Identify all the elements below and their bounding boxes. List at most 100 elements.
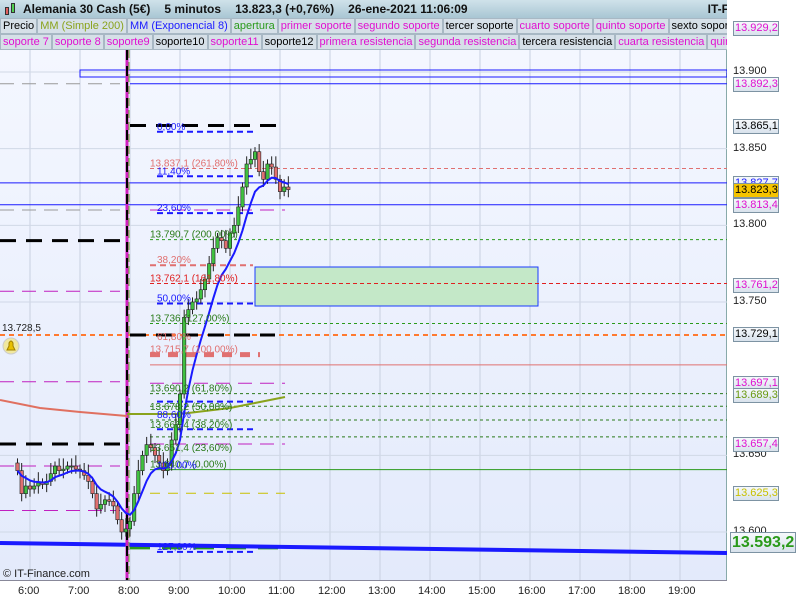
watermark: © IT-Finance.com — [3, 568, 90, 580]
title-bar: Alemania 30 Cash (5€) 5 minutos 13.823,3… — [0, 0, 800, 18]
price-level-label: 13.593,2 — [730, 532, 796, 554]
legend-item[interactable]: soporte 7 — [0, 34, 52, 50]
legend-item[interactable]: soporte10 — [152, 34, 208, 50]
legend-item[interactable]: primera resistencia — [316, 34, 416, 50]
price-level-label: 13.761,2 — [733, 277, 779, 293]
candle — [15, 462, 20, 471]
legend-item[interactable]: cuarta resistencia — [615, 34, 708, 50]
chart-plot-area[interactable]: 0,00% 13.837,1 (261,80%) 11,40% 23,60% 13.79… — [0, 50, 728, 580]
candle — [23, 485, 28, 494]
price-tick: 13.800 — [733, 218, 767, 231]
candle — [144, 444, 149, 456]
legend-item[interactable]: soporte9 — [103, 34, 153, 50]
price-tick: 13.900 — [733, 65, 767, 77]
candle — [257, 151, 262, 172]
candle — [90, 481, 95, 494]
legend-item[interactable]: soporte 8 — [51, 34, 104, 50]
candle — [140, 455, 145, 471]
candle — [182, 317, 187, 395]
time-tick: 6:00 — [18, 585, 40, 597]
price-level-label: 13.865,1 — [733, 118, 779, 134]
legend-item[interactable]: quinto soporte — [592, 18, 669, 34]
candle — [119, 519, 124, 533]
legend-item[interactable]: segunda resistencia — [415, 34, 520, 50]
price-level-label: 13.729,1 — [733, 327, 779, 343]
time-tick: 17:00 — [568, 585, 596, 597]
instrument-name: Alemania 30 Cash (5€) — [23, 2, 151, 16]
candle — [190, 301, 195, 310]
candle — [65, 465, 70, 470]
legend-item[interactable]: primer soporte — [277, 18, 355, 34]
candle — [128, 520, 133, 530]
candle — [282, 186, 287, 192]
candle — [98, 504, 103, 510]
bell-icon — [2, 337, 20, 355]
time-tick: 19:00 — [668, 585, 696, 597]
fib-label: 13.762,1 (161,80%) — [150, 273, 238, 284]
candlestick-logo-icon — [3, 1, 19, 17]
time-tick: 7:00 — [68, 585, 90, 597]
candle — [248, 159, 253, 165]
legend-item[interactable]: soporte12 — [261, 34, 317, 50]
candle — [123, 528, 128, 533]
time-tick: 18:00 — [618, 585, 646, 597]
candle — [94, 493, 99, 510]
candle — [240, 186, 245, 208]
candle — [198, 289, 203, 300]
timeframe[interactable]: 5 minutos — [164, 2, 221, 16]
price-level-label: 13.689,3 — [733, 388, 779, 404]
candle — [36, 482, 41, 487]
zone-rectangle — [254, 266, 539, 307]
fib-label: 50,00% — [157, 294, 191, 305]
legend-item[interactable]: segundo soporte — [354, 18, 443, 34]
time-tick: 8:00 — [118, 585, 140, 597]
price-level-label: 13.813,4 — [733, 197, 779, 213]
fib-label: 0,00% — [157, 122, 185, 133]
fib-label: 13.651,4 (23,60%) — [150, 443, 232, 454]
candle — [103, 499, 108, 505]
legend-item[interactable]: cuarto soporte — [516, 18, 593, 34]
last-price: 13.823,3 (+0,76%) — [235, 2, 335, 16]
time-tick: 14:00 — [418, 585, 446, 597]
fib-label: 100,00% — [157, 461, 197, 472]
candle — [111, 501, 116, 507]
price-tick: 13.750 — [733, 294, 767, 307]
sma200-line — [0, 399, 128, 417]
time-axis[interactable]: 6:00 7:00 8:00 9:00 10:00 11:00 12:00 13:00 14:0… — [0, 580, 727, 600]
time-tick: 13:00 — [368, 585, 396, 597]
time-tick: 9:00 — [168, 585, 190, 597]
candle — [265, 163, 270, 180]
candle — [236, 206, 241, 226]
legend-item[interactable]: apertura — [230, 18, 278, 34]
fib-label: 13.790,7 (200,00%) — [150, 230, 238, 241]
chart-svg: 0,00%13.837,1 (261,80%)11,40%23,60%13.79… — [0, 50, 728, 580]
fib-label: 13.715,7 (100,00%) — [150, 345, 238, 356]
fib-label: 23,60% — [157, 203, 191, 214]
candle — [136, 470, 141, 494]
candle — [244, 163, 249, 188]
candle — [253, 151, 258, 160]
price-level-label: 13.929,2 — [733, 21, 779, 36]
legend-item[interactable]: Precio — [0, 18, 38, 34]
price-axis[interactable]: 13.900 13.850 13.800 13.750 13.650 13.600 13.9… — [727, 0, 800, 600]
legend-item[interactable]: MM (Exponencial 8) — [126, 18, 231, 34]
price-tick: 13.850 — [733, 141, 767, 154]
candle — [115, 505, 120, 521]
legend-item[interactable]: soporte11 — [207, 34, 262, 50]
candle — [261, 171, 266, 180]
candle — [107, 499, 112, 502]
alert-price-label: 13.728,5 — [2, 323, 41, 334]
candle — [223, 240, 228, 249]
legend-row-1: Precio MM (Simple 200) MM (Exponencial 8) a… — [0, 18, 741, 35]
datetime: 26-ene-2021 11:06:09 — [348, 2, 468, 16]
candle — [269, 163, 274, 168]
fib-label: 13.666,4 (38,20%) — [150, 420, 232, 431]
legend-item[interactable]: MM (Simple 200) — [37, 18, 127, 34]
time-tick: 15:00 — [468, 585, 496, 597]
time-tick: 10:00 — [218, 585, 246, 597]
legend-item[interactable]: tercer soporte — [442, 18, 517, 34]
candle — [73, 465, 78, 470]
candle — [69, 465, 74, 468]
price-level-label: 13.823,3 — [733, 182, 779, 198]
legend-item[interactable]: tercera resistencia — [519, 34, 616, 50]
